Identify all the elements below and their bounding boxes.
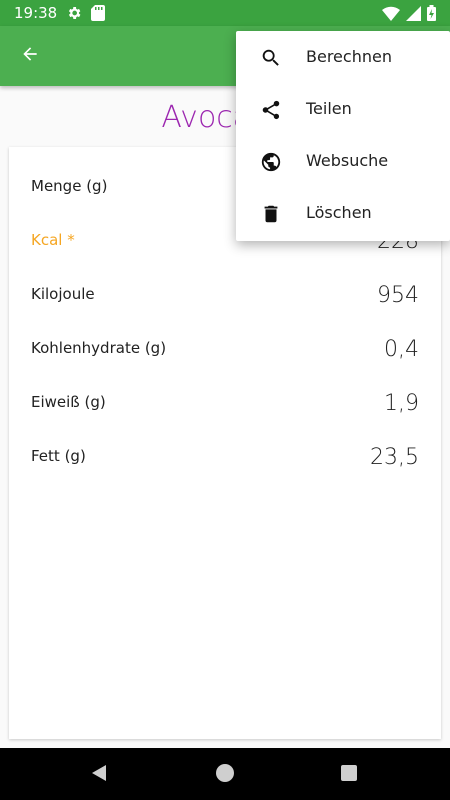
signal-icon (406, 5, 421, 25)
nutrient-label: Kohlenhydrate (g) (31, 339, 167, 357)
menu-item-loeschen[interactable]: Löschen (236, 187, 450, 239)
nutrient-row-kilojoule[interactable]: Kilojoule 954 (31, 275, 419, 315)
globe-icon (258, 149, 284, 175)
arrow-left-icon (20, 44, 40, 68)
nutrient-row-carbs[interactable]: Kohlenhydrate (g) 0,4 (31, 329, 419, 369)
overflow-menu: Berechnen Teilen Websuche Löschen (236, 31, 450, 241)
nav-home-icon[interactable] (216, 764, 234, 782)
menu-item-label: Teilen (306, 99, 352, 118)
nutrient-label: Kcal * (31, 231, 75, 249)
nutrient-value[interactable]: 1,9 (384, 391, 419, 416)
nav-recent-apps-icon[interactable] (341, 765, 357, 781)
nutrient-row-fat[interactable]: Fett (g) 23,5 (31, 437, 419, 477)
share-icon (258, 97, 284, 123)
nutrient-label: Eiweiß (g) (31, 393, 106, 411)
nutrient-row-protein[interactable]: Eiweiß (g) 1,9 (31, 383, 419, 423)
menu-item-berechnen[interactable]: Berechnen (236, 31, 450, 83)
nutrient-value[interactable]: 954 (377, 283, 419, 308)
status-bar: 19:38 (0, 0, 450, 26)
nutrient-label: Fett (g) (31, 447, 86, 465)
back-button[interactable] (12, 38, 48, 74)
nutrient-value[interactable]: 23,5 (370, 445, 419, 470)
wifi-icon (382, 6, 400, 25)
nutrient-label: Kilojoule (31, 285, 95, 303)
menu-item-label: Löschen (306, 203, 372, 222)
trash-icon (258, 201, 284, 227)
battery-icon (427, 5, 436, 25)
nutrient-label: Menge (g) (31, 177, 108, 195)
nav-back-icon[interactable] (90, 764, 108, 786)
settings-icon (66, 5, 82, 25)
menu-item-teilen[interactable]: Teilen (236, 83, 450, 135)
search-icon (258, 45, 284, 71)
menu-item-label: Websuche (306, 151, 389, 170)
navigation-bar (0, 748, 450, 800)
status-time: 19:38 (14, 4, 58, 22)
menu-item-websuche[interactable]: Websuche (236, 135, 450, 187)
menu-item-label: Berechnen (306, 47, 392, 66)
sd-card-icon (91, 5, 105, 25)
nutrient-value[interactable]: 0,4 (384, 337, 419, 362)
